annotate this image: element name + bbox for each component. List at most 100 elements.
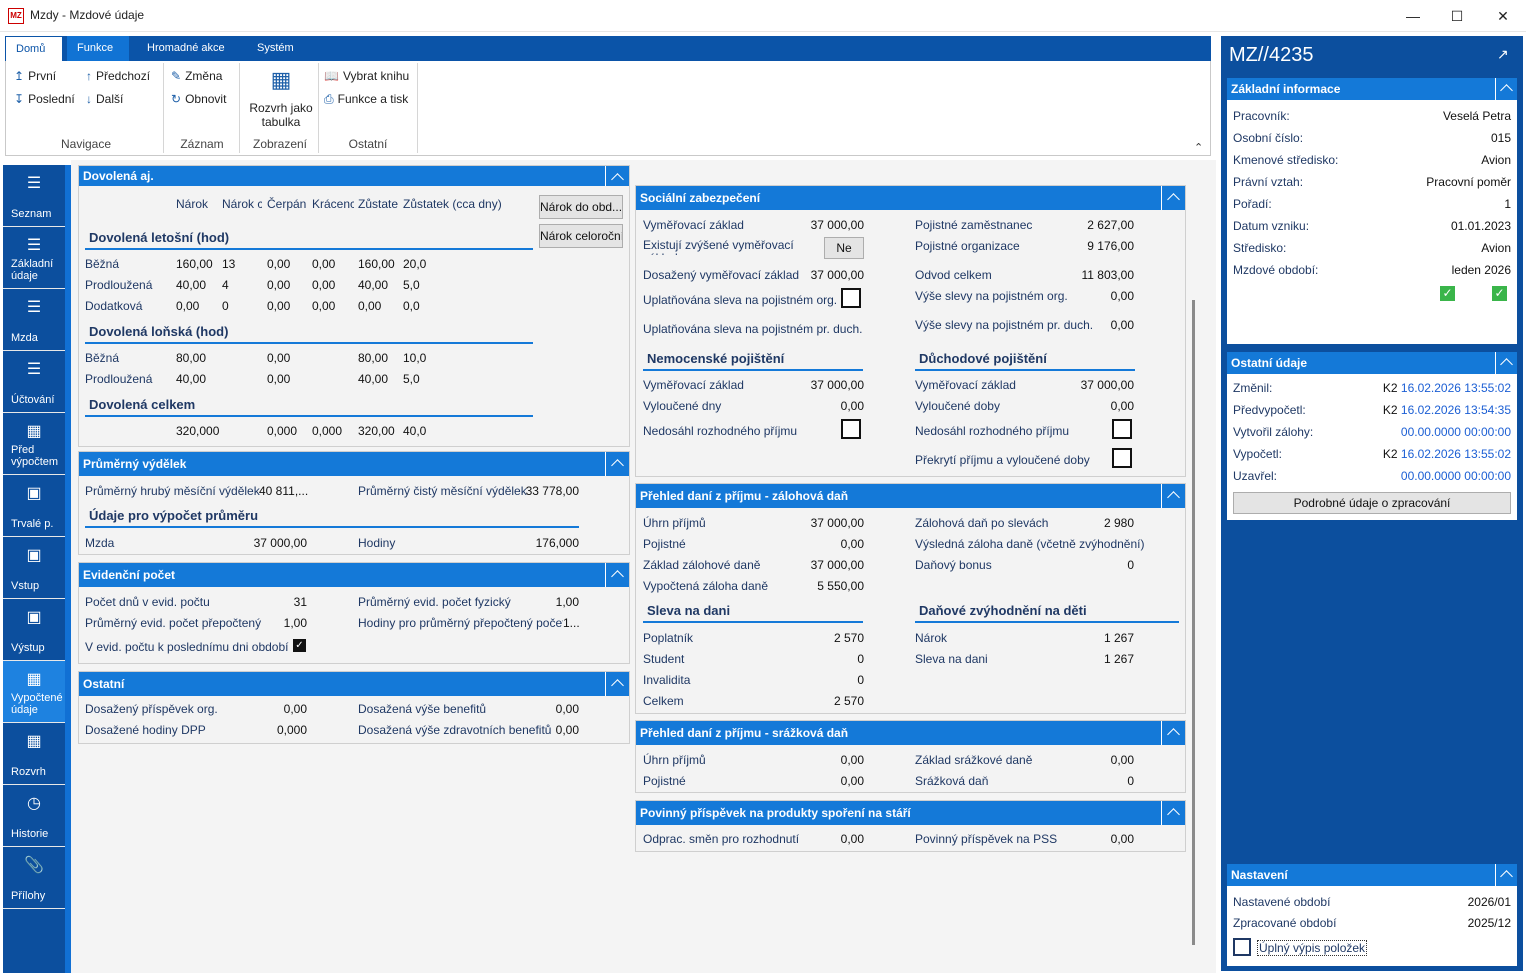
collapse-icon[interactable] (1495, 864, 1517, 886)
collapse-icon[interactable] (605, 672, 629, 696)
info-value: Veselá Petra (1442, 109, 1511, 123)
basic-info-box: Základní informace Pracovník: Veselá Petr… (1227, 78, 1517, 344)
vacation-cell: 40,00 (176, 372, 207, 386)
vacation-cell: 0,00 (267, 351, 291, 365)
withholding-tax-panel: Přehled daní z příjmu - srážková daň Úhr… (635, 720, 1186, 793)
settings-box: Nastavení Nastavené období 2026/01 Zprac… (1227, 864, 1517, 966)
collapse-icon[interactable] (1161, 721, 1185, 745)
vacation-total-cell: 320,000 (176, 424, 220, 438)
print-button[interactable]: ⎙ Funkce a tisk (324, 92, 408, 107)
info-value: Avion (1481, 153, 1511, 167)
window-title: Mzdy - Mzdové údaje (30, 8, 145, 22)
full-listing-label[interactable]: Úplný výpis položek (1257, 940, 1368, 956)
full-listing-checkbox[interactable] (1233, 938, 1251, 956)
nav-item-5[interactable]: ▣ Trvalé p. (3, 475, 65, 537)
collapse-icon[interactable] (1495, 352, 1517, 374)
withholding-tax-header: Přehled daní z příjmu - srážková daň (636, 721, 1185, 745)
box-icon: ▣ (26, 547, 42, 564)
nav-item-11[interactable]: 📎 Přílohy (3, 847, 65, 909)
list-icon: ☰ (26, 237, 42, 254)
title-bar: MZ Mzdy - Mzdové údaje — ☐ ✕ (0, 0, 1526, 32)
tab-bulk-actions[interactable]: Hromadné akce (137, 36, 235, 61)
group-label-other: Ostatní (348, 137, 388, 151)
green-check-icon[interactable]: ✓ (1440, 286, 1455, 301)
close-button[interactable]: ✕ (1480, 4, 1526, 28)
nav-item-6[interactable]: ▣ Vstup (3, 537, 65, 599)
collapse-icon[interactable] (1161, 801, 1185, 825)
collapse-icon[interactable] (1495, 78, 1517, 100)
nav-item-3[interactable]: ☰ Účtování (3, 351, 65, 413)
income-overlap-checkbox[interactable] (1112, 448, 1132, 468)
arrow-up-icon: ↥ (14, 69, 25, 83)
green-check-icon[interactable]: ✓ (1492, 286, 1507, 301)
info-label: Středisko: (1233, 241, 1287, 255)
info-label: Pořadí: (1233, 197, 1272, 211)
average-earnings-header: Průměrný výdělek (79, 452, 629, 476)
last-button[interactable]: ↧ Poslední (14, 92, 75, 106)
vacation-cell: 40,00 (358, 372, 389, 386)
vacation-cell: 0,00 (267, 299, 291, 313)
collapse-icon[interactable] (1161, 186, 1185, 210)
advance-tax-header: Přehled daní z příjmu - zálohová daň (636, 484, 1185, 508)
collapse-ribbon-icon[interactable]: ⌃ (1194, 141, 1203, 154)
vacation-header: Dovolená aj. (79, 166, 629, 186)
info-value: 1 (1504, 197, 1511, 211)
next-button[interactable]: ↓ Další (86, 92, 123, 106)
settings-header: Nastavení (1227, 864, 1517, 886)
calculator-icon: ▦ (26, 671, 42, 688)
collapse-icon[interactable] (605, 166, 629, 186)
nav-item-10[interactable]: ◷ Historie (3, 785, 65, 847)
prev-button[interactable]: ↑ Předchozí (86, 69, 150, 83)
refresh-button[interactable]: ↻ Obnovit (171, 92, 226, 106)
pension-savings-header: Povinný příspěvek na produkty spoření na… (636, 801, 1185, 825)
headcount-header: Evidenční počet (79, 563, 629, 587)
change-button[interactable]: ✎ Změna (171, 69, 222, 83)
info-value: 015 (1490, 131, 1511, 145)
entitlement-year-button[interactable]: Nárok celoroční (539, 224, 623, 248)
ribbon: ↥ První ↑ Předchozí ↧ Poslední ↓ Další Navig… (5, 61, 1211, 156)
popout-icon[interactable]: ↗ (1497, 46, 1509, 63)
choose-book-button[interactable]: 📖 Vybrat knihu (324, 69, 409, 83)
processing-details-button[interactable]: Podrobné údaje o zpracování (1233, 492, 1511, 514)
table-layout-button[interactable]: ▦ Rozvrh jako tabulka (246, 67, 316, 131)
info-label: Mzdové období: (1233, 263, 1319, 277)
maximize-button[interactable]: ☐ (1434, 4, 1480, 28)
minimize-button[interactable]: — (1390, 4, 1436, 28)
last-day-checkbox[interactable]: ✓ (293, 639, 306, 652)
info-value: K2 16.02.2026 13:55:02 (1382, 447, 1511, 461)
calendar-icon: ▦ (26, 733, 42, 750)
vacation-total-cell: 0,000 (267, 424, 298, 438)
paperclip-icon: 📎 (24, 857, 44, 874)
nav-item-4[interactable]: ▦ Před výpočtem (3, 413, 65, 475)
nav-item-2[interactable]: ☰ Mzda (3, 289, 65, 351)
tab-functions[interactable]: Funkce (67, 36, 129, 61)
nav-item-7[interactable]: ▣ Výstup (3, 599, 65, 661)
record-id: MZ//4235 (1229, 44, 1314, 66)
nav-item-8[interactable]: ▦ Vypočtené údaje (3, 661, 65, 723)
advance-tax-panel: Přehled daní z příjmu - zálohová daň Úhr… (635, 483, 1186, 714)
info-label: Kmenové středisko: (1233, 153, 1339, 167)
collapse-icon[interactable] (605, 563, 629, 587)
collapse-icon[interactable] (1161, 484, 1185, 508)
vacation-cell: 40,00 (358, 278, 389, 292)
arrow-up-icon: ↑ (86, 69, 92, 83)
not-reached-income-pension-checkbox[interactable] (1112, 419, 1132, 439)
vacation-cell: 80,00 (358, 351, 389, 365)
tab-system[interactable]: Systém (247, 36, 304, 61)
box-icon: ▣ (26, 609, 42, 626)
tab-home[interactable]: Domů (5, 36, 63, 61)
info-label: Pracovník: (1233, 109, 1290, 123)
not-reached-income-checkbox[interactable] (841, 419, 861, 439)
vacation-cell: 0,00 (358, 299, 382, 313)
nav-item-0[interactable]: ☰ Seznam (3, 165, 65, 227)
vertical-scrollbar[interactable] (1192, 300, 1195, 945)
discount-org-checkbox[interactable] (841, 288, 861, 308)
nav-item-9[interactable]: ▦ Rozvrh (3, 723, 65, 785)
collapse-icon[interactable] (605, 452, 629, 476)
entitlement-period-button[interactable]: Nárok do obd... (539, 195, 623, 219)
ribbon-tabs: Domů Funkce Hromadné akce Systém (5, 36, 1211, 61)
increased-base-button[interactable]: Ne (824, 237, 864, 259)
content-area: Dovolená aj. Nárok Nárok c Čerpán Krácen… (71, 160, 1216, 973)
nav-item-1[interactable]: ☰ Základní údaje (3, 227, 65, 289)
first-button[interactable]: ↥ První (14, 69, 56, 83)
